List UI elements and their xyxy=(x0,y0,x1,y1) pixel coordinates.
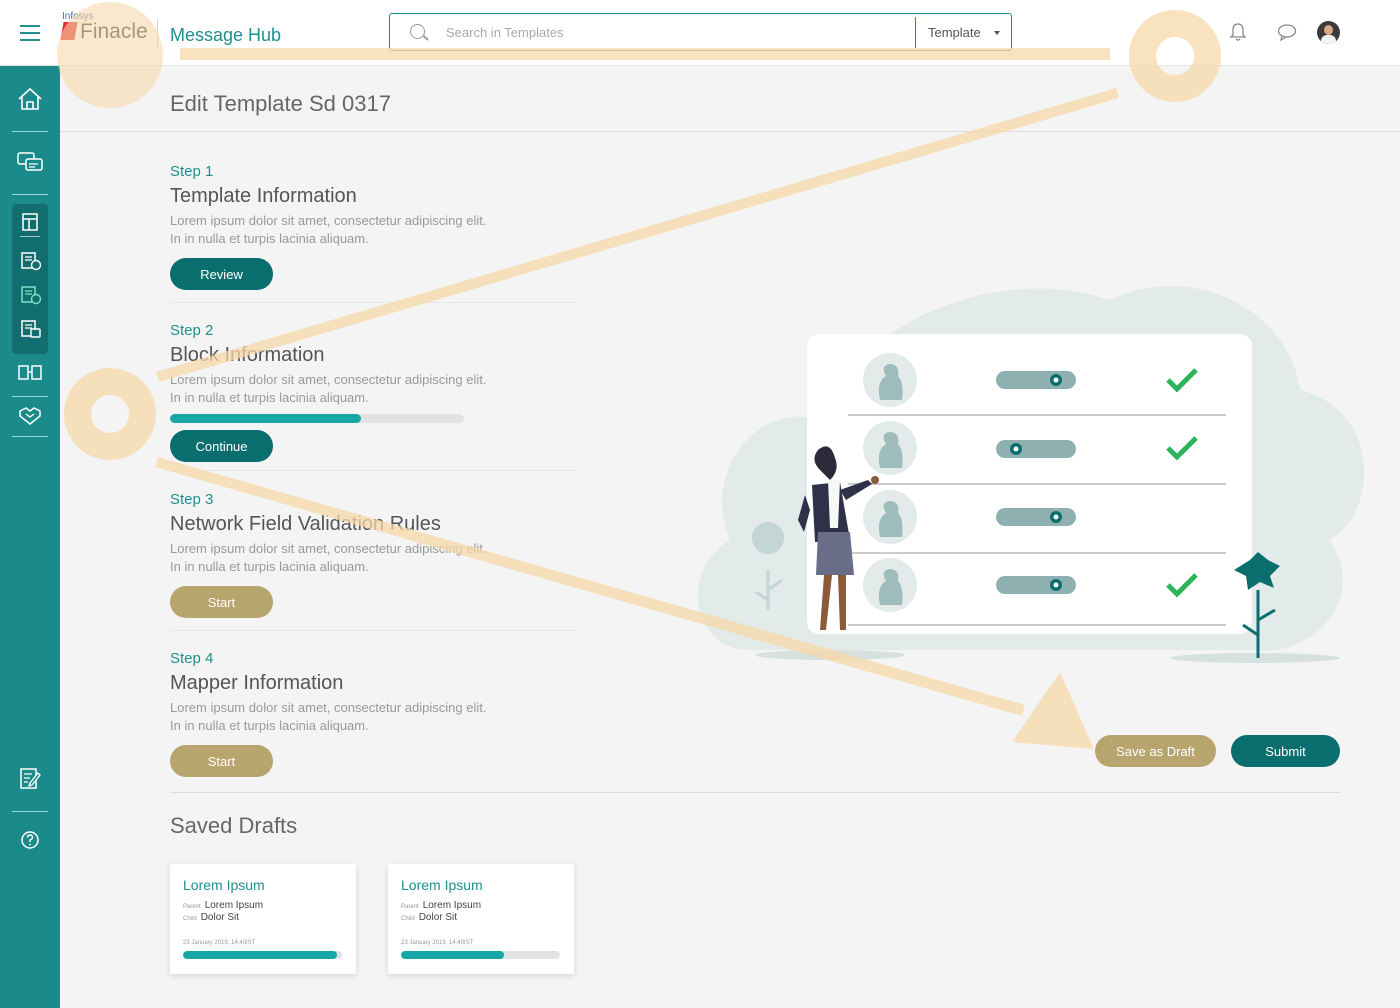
step-mapper-information: Step 4 Mapper Information Lorem ipsum do… xyxy=(170,650,590,777)
template-icon[interactable] xyxy=(19,211,41,233)
search-icon xyxy=(410,24,425,39)
page-title: Edit Template Sd 0317 xyxy=(170,91,391,116)
draft-title: Lorem Ipsum xyxy=(183,877,265,893)
save-as-draft-button[interactable]: Save as Draft xyxy=(1095,735,1216,767)
progress-fill xyxy=(170,414,362,423)
step-description: Lorem ipsum dolor sit amet, consectetur … xyxy=(170,213,487,246)
step-divider xyxy=(170,302,576,303)
step-divider xyxy=(170,630,576,631)
step-name: Template Information xyxy=(170,185,357,207)
progress-fill xyxy=(401,951,505,959)
messages-icon[interactable] xyxy=(16,150,44,176)
draft-timestamp: 23 January 2019, 14:40IST xyxy=(401,940,474,946)
step-description: Lorem ipsum dolor sit amet, consectetur … xyxy=(170,372,487,405)
brand-divider xyxy=(157,19,158,49)
step-block-information: Step 2 Block Information Lorem ipsum dol… xyxy=(170,322,590,462)
step-name: Network Field Validation Rules xyxy=(170,513,441,535)
app-title: Message Hub xyxy=(170,25,282,45)
search-divider xyxy=(915,17,916,48)
progress-fill xyxy=(183,951,338,959)
step-number: Step 4 xyxy=(170,650,214,667)
title-divider xyxy=(60,131,1400,132)
draft-progress-bar xyxy=(183,951,342,959)
draft-child: Child Dolor Sit xyxy=(183,912,240,923)
step-template-information: Step 1 Template Information Lorem ipsum … xyxy=(170,163,590,290)
help-icon[interactable] xyxy=(20,830,40,850)
top-bar: Infosys Finacle Message Hub Template xyxy=(0,0,1400,66)
step-number: Step 3 xyxy=(170,491,214,508)
draft-title: Lorem Ipsum xyxy=(401,877,483,893)
chat-icon[interactable] xyxy=(1277,23,1297,41)
review-button[interactable]: Review xyxy=(170,258,273,290)
brand-logo[interactable]: Finacle xyxy=(60,20,148,44)
menu-icon[interactable] xyxy=(20,25,40,41)
sidebar-divider xyxy=(20,236,40,237)
actions-divider xyxy=(170,792,1340,793)
start-button[interactable]: Start xyxy=(170,586,273,618)
draft-progress-bar xyxy=(401,951,560,959)
step-divider xyxy=(170,470,576,471)
step-number: Step 1 xyxy=(170,163,214,180)
brand-mark-icon xyxy=(60,22,78,40)
search-input[interactable] xyxy=(446,22,886,42)
chevron-down-icon[interactable] xyxy=(994,31,1000,35)
saved-drafts-title: Saved Drafts xyxy=(170,813,298,838)
step-description: Lorem ipsum dolor sit amet, consectetur … xyxy=(170,541,487,574)
step-number: Step 2 xyxy=(170,322,214,339)
step-name: Block Information xyxy=(170,344,325,366)
draft-card[interactable]: Lorem Ipsum Parent Lorem Ipsum Child Dolor… xyxy=(170,864,356,974)
start-button[interactable]: Start xyxy=(170,745,273,777)
continue-button[interactable]: Continue xyxy=(170,430,273,462)
search-scope-select[interactable]: Template xyxy=(928,25,981,40)
sidebar-divider xyxy=(12,396,48,397)
draft-card[interactable]: Lorem Ipsum Parent Lorem Ipsum Child Dolor… xyxy=(388,864,574,974)
sidebar-divider xyxy=(12,436,48,437)
mapper-icon[interactable] xyxy=(19,318,43,340)
step-name: Mapper Information xyxy=(170,672,344,694)
sidebar xyxy=(0,66,60,1008)
handshake-icon[interactable] xyxy=(16,402,44,428)
draft-parent: Parent Lorem Ipsum xyxy=(401,900,482,911)
avatar[interactable] xyxy=(1317,21,1340,44)
step-description: Lorem ipsum dolor sit amet, consectetur … xyxy=(170,700,487,733)
sidebar-divider xyxy=(12,194,48,195)
network-rules-icon[interactable] xyxy=(19,284,43,306)
edit-note-icon[interactable] xyxy=(16,766,44,792)
draft-parent: Parent Lorem Ipsum xyxy=(183,900,264,911)
checklist-illustration xyxy=(697,285,1365,663)
step-network-field-validation-rules: Step 3 Network Field Validation Rules Lo… xyxy=(170,491,590,618)
bell-icon[interactable] xyxy=(1229,22,1247,42)
sidebar-divider xyxy=(12,131,48,132)
block-icon[interactable] xyxy=(19,250,43,272)
compare-icon[interactable] xyxy=(16,360,44,386)
draft-timestamp: 23 January 2019, 14:40IST xyxy=(183,940,256,946)
step-progress-bar xyxy=(170,414,464,423)
sidebar-divider xyxy=(12,811,48,812)
submit-button[interactable]: Submit xyxy=(1231,735,1340,767)
home-icon[interactable] xyxy=(16,86,44,112)
search-bar: Template xyxy=(389,13,1012,51)
draft-child: Child Dolor Sit xyxy=(401,912,458,923)
